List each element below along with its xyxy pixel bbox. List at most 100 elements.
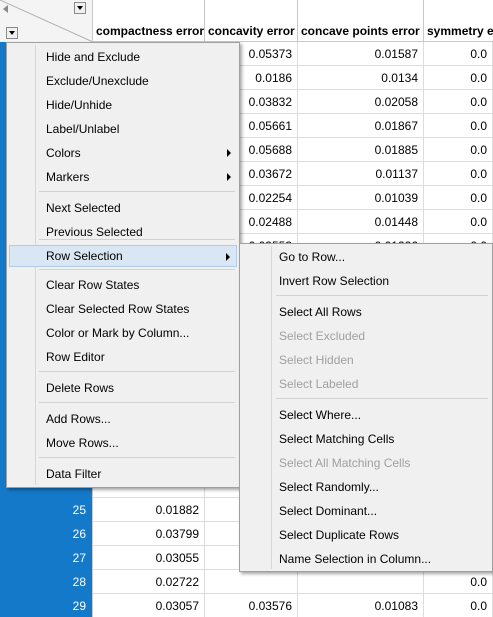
table-cell[interactable]: 0.01083: [298, 594, 424, 617]
column-menu-dropdown-icon[interactable]: [74, 2, 86, 14]
menu-item-hide-unhide[interactable]: Hide/Unhide: [9, 94, 237, 116]
table-cell[interactable]: 0.01137: [298, 162, 424, 186]
menu-item-row-selection[interactable]: Row Selection: [9, 245, 237, 267]
table-cell[interactable]: 0.01885: [298, 138, 424, 162]
menu-item-clear-selected-row-states[interactable]: Clear Selected Row States: [9, 298, 237, 320]
submenu-item-select-where[interactable]: Select Where...: [242, 404, 490, 426]
table-cell[interactable]: 0.02058: [298, 90, 424, 114]
menu-item-label: Hide/Unhide: [46, 98, 113, 112]
table-cell[interactable]: [205, 570, 298, 594]
menu-item-hide-and-exclude[interactable]: Hide and Exclude: [9, 46, 237, 68]
menu-item-label: Move Rows...: [46, 436, 119, 450]
menu-item-label: Add Rows...: [46, 412, 111, 426]
table-cell[interactable]: 0.0: [424, 210, 493, 234]
table-cell[interactable]: 0.0: [424, 186, 493, 210]
table-cell[interactable]: 0.01039: [298, 186, 424, 210]
menu-item-clear-row-states[interactable]: Clear Row States: [9, 274, 237, 296]
row-number[interactable]: 25: [0, 498, 93, 522]
menu-item-label: Row Selection: [46, 249, 123, 263]
table-cell[interactable]: 0.0: [424, 570, 493, 594]
submenu-arrow-icon: [227, 149, 231, 157]
menu-item-label: Clear Row States: [46, 278, 140, 292]
menu-item-label: Data Filter: [46, 467, 102, 481]
row-number[interactable]: 27: [0, 546, 93, 570]
submenu-item-select-hidden: Select Hidden: [279, 353, 354, 367]
menu-separator: [276, 398, 488, 399]
submenu-item-select-matching-cells[interactable]: Select Matching Cells: [242, 428, 490, 450]
column-header-compactness-error[interactable]: compactness error: [93, 0, 205, 42]
row-selection-submenu: Go to Row... Invert Row Selection Select A…: [239, 243, 493, 572]
table-cell[interactable]: 0.0: [424, 66, 493, 90]
submenu-arrow-icon: [227, 173, 231, 181]
submenu-item-select-all-rows[interactable]: Select All Rows: [242, 301, 490, 323]
table-cell[interactable]: 0.02722: [93, 570, 205, 594]
table-cell[interactable]: 0.01867: [298, 114, 424, 138]
menu-item-label: Colors: [46, 146, 81, 160]
menu-separator: [39, 371, 235, 372]
table-header: compactness error concavity error concav…: [0, 0, 493, 42]
menu-item-move-rows[interactable]: Move Rows...: [9, 432, 237, 454]
submenu-item-select-all-matching-cells: Select All Matching Cells: [279, 456, 411, 470]
table-row[interactable]: 28 0.02722 0.0: [0, 570, 493, 594]
menu-item-label: Previous Selected: [46, 225, 143, 239]
menu-item-add-rows[interactable]: Add Rows...: [9, 408, 237, 430]
table-cell[interactable]: 0.0: [424, 90, 493, 114]
submenu-item-select-excluded: Select Excluded: [279, 329, 366, 343]
submenu-item-select-labeled: Select Labeled: [279, 377, 359, 391]
table-cell[interactable]: 0.01882: [93, 498, 205, 522]
row-number[interactable]: 29: [0, 594, 93, 617]
row-number[interactable]: 28: [0, 570, 93, 594]
row-number[interactable]: 26: [0, 522, 93, 546]
submenu-item-name-selection-in-column[interactable]: Name Selection in Column...: [242, 548, 490, 570]
table-cell[interactable]: 0.0134: [298, 66, 424, 90]
table-cell[interactable]: 0.03055: [93, 546, 205, 570]
table-corner[interactable]: [0, 0, 93, 42]
table-row[interactable]: 29 0.03057 0.03576 0.01083 0.0: [0, 594, 493, 617]
table-cell[interactable]: 0.01587: [298, 42, 424, 66]
menu-item-colors[interactable]: Colors: [9, 142, 237, 164]
menu-separator: [39, 269, 235, 270]
submenu-item-select-duplicate-rows[interactable]: Select Duplicate Rows: [242, 524, 490, 546]
column-header-concave-points-error[interactable]: concave points error: [298, 0, 424, 42]
row-context-menu: Hide and Exclude Exclude/Unexclude Hide/Un…: [6, 42, 240, 488]
menu-item-label: Next Selected: [46, 201, 121, 215]
submenu-item-select-randomly[interactable]: Select Randomly...: [242, 476, 490, 498]
menu-item-label: Delete Rows: [46, 381, 115, 395]
table-cell[interactable]: 0.03799: [93, 522, 205, 546]
row-menu-dropdown-icon[interactable]: [6, 27, 18, 39]
submenu-item-go-to-row[interactable]: Go to Row...: [242, 246, 490, 268]
menu-item-data-filter[interactable]: Data Filter: [9, 463, 237, 485]
menu-item-label-unlabel[interactable]: Label/Unlabel: [9, 118, 237, 140]
collapse-left-icon[interactable]: [3, 5, 8, 13]
menu-separator: [276, 295, 488, 296]
table-cell[interactable]: 0.0: [424, 594, 493, 617]
table-cell[interactable]: 0.03057: [93, 594, 205, 617]
column-header-symmetry-error[interactable]: symmetry e: [424, 0, 493, 42]
menu-item-markers[interactable]: Markers: [9, 166, 237, 188]
menu-item-label: Color or Mark by Column...: [46, 326, 190, 340]
menu-item-label: Clear Selected Row States: [46, 302, 190, 316]
menu-item-row-editor[interactable]: Row Editor: [9, 346, 237, 368]
table-cell[interactable]: 0.01448: [298, 210, 424, 234]
menu-separator: [39, 239, 235, 240]
menu-item-delete-rows[interactable]: Delete Rows: [9, 377, 237, 399]
menu-separator: [39, 402, 235, 403]
menu-item-next-selected[interactable]: Next Selected: [9, 197, 237, 219]
submenu-item-select-dominant[interactable]: Select Dominant...: [242, 500, 490, 522]
menu-item-label: Exclude/Unexclude: [46, 74, 149, 88]
submenu-item-invert-row-selection[interactable]: Invert Row Selection: [242, 270, 490, 292]
table-cell[interactable]: 0.03576: [205, 594, 298, 617]
menu-item-exclude-unexclude[interactable]: Exclude/Unexclude: [9, 70, 237, 92]
menu-separator: [39, 191, 235, 192]
menu-item-label: Row Editor: [46, 350, 105, 364]
table-cell[interactable]: 0.0: [424, 138, 493, 162]
submenu-arrow-icon: [226, 253, 230, 261]
column-header-concavity-error[interactable]: concavity error: [205, 0, 298, 42]
menu-item-label: Hide and Exclude: [46, 50, 141, 64]
menu-separator: [39, 457, 235, 458]
table-cell[interactable]: 0.0: [424, 42, 493, 66]
table-cell[interactable]: [298, 570, 424, 594]
table-cell[interactable]: 0.0: [424, 162, 493, 186]
table-cell[interactable]: 0.0: [424, 114, 493, 138]
menu-item-color-or-mark-by-column[interactable]: Color or Mark by Column...: [9, 322, 237, 344]
